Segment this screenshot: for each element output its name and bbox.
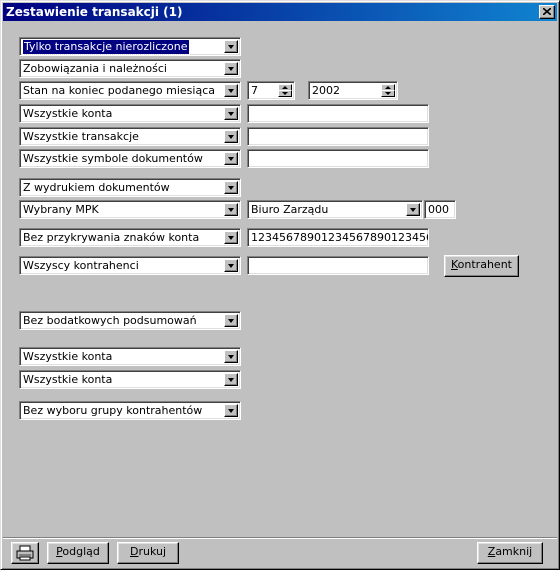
mask-field-value: 12345678901234567890123456789012345 — [251, 231, 429, 244]
contractors-value: Wszyscy kontrahenci — [23, 259, 139, 272]
contractor-group-value: Bez wyboru grupy kontrahentów — [23, 404, 203, 417]
doc-symbols-select[interactable]: Wszystkie symbole dokumentów — [19, 149, 241, 168]
printer-setup-button[interactable] — [11, 542, 39, 564]
type-select[interactable]: Zobowiązania i należności — [19, 59, 241, 78]
accounts3-select[interactable]: Wszystkie konta — [19, 370, 241, 389]
print-docs-value: Z wydrukiem dokumentów — [23, 181, 170, 194]
accounts2-select[interactable]: Wszystkie konta — [19, 347, 241, 366]
divider — [3, 537, 557, 539]
chevron-down-icon[interactable] — [224, 152, 238, 165]
transaction-mode-value: Tylko transakcje nierozliczone — [22, 39, 190, 55]
transactions-select[interactable]: Wszystkie transakcje — [19, 127, 241, 146]
chevron-down-icon[interactable] — [224, 130, 238, 143]
chevron-down-icon[interactable] — [406, 203, 420, 216]
print-button[interactable]: Drukuj — [117, 542, 179, 564]
mpk-unit-value: Biuro Zarządu — [251, 203, 329, 216]
mpk-code-field[interactable]: 000 — [424, 200, 456, 219]
mask-select[interactable]: Bez przykrywania znaków konta — [19, 228, 241, 247]
chevron-down-icon[interactable] — [224, 84, 238, 97]
chevron-down-icon[interactable] — [224, 40, 238, 53]
year-stepper[interactable]: 2002 — [308, 81, 398, 100]
print-docs-select[interactable]: Z wydrukiem dokumentów — [19, 178, 241, 197]
contractors-field[interactable] — [247, 256, 429, 275]
chevron-down-icon[interactable] — [224, 62, 238, 75]
printer-icon — [16, 545, 34, 561]
chevron-down-icon[interactable] — [224, 259, 238, 272]
mpk-value: Wybrany MPK — [23, 203, 99, 216]
chevron-down-icon[interactable] — [224, 203, 238, 216]
month-stepper[interactable]: 7 — [247, 81, 295, 100]
chevron-down-icon[interactable] — [224, 350, 238, 363]
chevron-down-icon[interactable] — [224, 314, 238, 327]
mpk-code-value: 000 — [428, 203, 449, 216]
chevron-down-icon[interactable] — [224, 107, 238, 120]
stepper-arrows[interactable] — [381, 84, 395, 97]
accounts2-value: Wszystkie konta — [23, 350, 113, 363]
transactions-field[interactable] — [247, 127, 429, 146]
close-icon[interactable] — [539, 5, 555, 19]
summary-value: Bez bodatkowych podsumowań — [23, 314, 197, 327]
preview-button[interactable]: Podgląd — [47, 542, 109, 564]
close-button[interactable]: Zamknij — [477, 542, 543, 564]
state-select[interactable]: Stan na koniec podanego miesiąca — [19, 81, 241, 100]
chevron-down-icon[interactable] — [224, 404, 238, 417]
accounts-value: Wszystkie konta — [23, 107, 113, 120]
summary-select[interactable]: Bez bodatkowych podsumowań — [19, 311, 241, 330]
accounts-select[interactable]: Wszystkie konta — [19, 104, 241, 123]
mask-field[interactable]: 12345678901234567890123456789012345 — [247, 228, 429, 247]
dialog-window: Zestawienie transakcji (1) Tylko transak… — [0, 0, 560, 570]
type-value: Zobowiązania i należności — [23, 62, 167, 75]
accounts3-value: Wszystkie konta — [23, 373, 113, 386]
chevron-down-icon[interactable] — [224, 181, 238, 194]
contractor-group-select[interactable]: Bez wyboru grupy kontrahentów — [19, 401, 241, 420]
transaction-mode-select[interactable]: Tylko transakcje nierozliczone — [19, 37, 241, 56]
transactions-value: Wszystkie transakcje — [23, 130, 139, 143]
stepper-arrows[interactable] — [278, 84, 292, 97]
contractors-select[interactable]: Wszyscy kontrahenci — [19, 256, 241, 275]
mask-value: Bez przykrywania znaków konta — [23, 231, 200, 244]
state-value: Stan na koniec podanego miesiąca — [23, 84, 216, 97]
window-title: Zestawienie transakcji (1) — [6, 5, 183, 19]
contractor-button[interactable]: Kontrahent — [444, 255, 519, 277]
doc-symbols-field[interactable] — [247, 149, 429, 168]
accounts-field[interactable] — [247, 104, 429, 123]
chevron-down-icon[interactable] — [224, 231, 238, 244]
mpk-select[interactable]: Wybrany MPK — [19, 200, 241, 219]
month-value: 7 — [251, 84, 258, 97]
year-value: 2002 — [312, 84, 340, 97]
title-bar: Zestawienie transakcji (1) — [3, 3, 557, 21]
doc-symbols-value: Wszystkie symbole dokumentów — [23, 152, 203, 165]
chevron-down-icon[interactable] — [224, 373, 238, 386]
mpk-unit-select[interactable]: Biuro Zarządu — [247, 200, 423, 219]
